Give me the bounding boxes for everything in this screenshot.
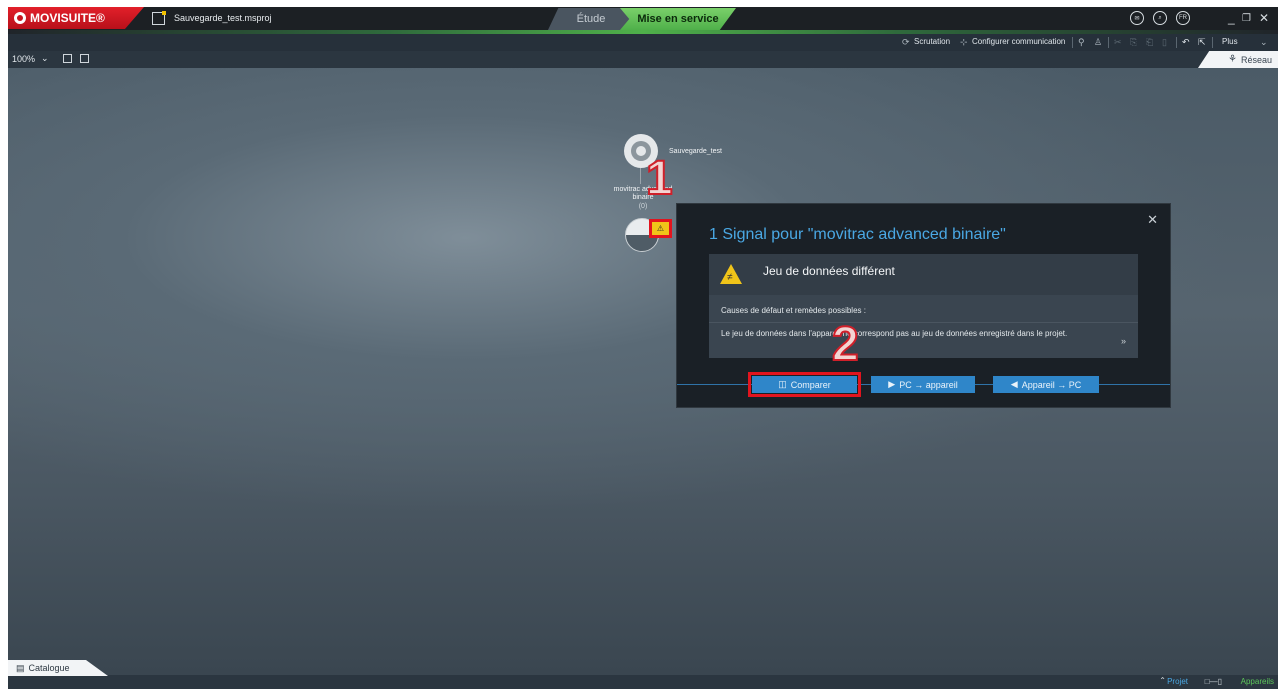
copy-icon[interactable]: ⎘	[1130, 37, 1137, 48]
cut-icon[interactable]: ✂	[1114, 37, 1122, 48]
appareils-link[interactable]: Appareils	[1241, 677, 1274, 686]
tab-catalogue-label: Catalogue	[28, 663, 70, 673]
warning-icon[interactable]: ⚠	[649, 219, 672, 238]
language-button[interactable]: FR	[1176, 11, 1190, 25]
paste-icon[interactable]: ⎗	[1146, 37, 1153, 48]
download-icon: ▶	[888, 379, 896, 389]
refresh-icon[interactable]: ⟳	[902, 37, 910, 48]
close-icon[interactable]: ✕	[1147, 212, 1158, 228]
tree-connector	[640, 168, 641, 184]
toolbar: ⟳ Scrutation ⊹ Configurer communication …	[8, 34, 1278, 51]
popup-title: 1 Signal pour "movitrac advanced binaire…	[709, 226, 1006, 243]
search-icon[interactable]: ⌕	[1153, 11, 1167, 25]
compare-label: Comparer	[790, 379, 831, 390]
causes-label: Causes de défaut et remèdes possibles :	[721, 306, 866, 315]
callout-number: 2	[831, 318, 860, 371]
projet-link[interactable]: Projet	[1167, 677, 1188, 686]
toolbar-separator	[1176, 37, 1177, 48]
delete-icon[interactable]: ▯	[1162, 37, 1167, 48]
pc-to-device-button[interactable]: ▶ PC → appareil	[871, 376, 975, 393]
not-equal-icon: ≠	[727, 272, 733, 283]
user-icon[interactable]: ♙	[1094, 37, 1102, 48]
compare-icon: ◫	[778, 379, 787, 389]
messages-icon[interactable]: ✉	[1130, 11, 1144, 25]
connection-icon[interactable]: ⊹	[960, 37, 968, 48]
message-box: ≠ Jeu de données différent Causes de déf…	[709, 254, 1138, 358]
project-file-icon[interactable]	[152, 11, 166, 25]
chevron-down-icon[interactable]: ⌄	[1260, 37, 1268, 48]
network-scan-icon[interactable]: ⚲	[1078, 37, 1085, 48]
expand-icon[interactable]: »	[1121, 336, 1126, 346]
message-header: ≠ Jeu de données différent	[709, 254, 1138, 295]
more-button[interactable]: Plus	[1222, 37, 1238, 46]
restore-icon[interactable]: ❐	[1242, 13, 1251, 24]
pc-to-device-label: PC → appareil	[899, 379, 958, 390]
toolbar-separator	[1212, 37, 1213, 48]
catalogue-icon: ▤	[16, 662, 25, 673]
tab-reseau-label: Réseau	[1240, 54, 1272, 65]
close-icon[interactable]: ✕	[1259, 11, 1269, 25]
network-canvas[interactable]: Sauvegarde_test movitrac advanced binair…	[8, 68, 1278, 675]
status-bar: ▤ Catalogue ⌃ Projet □—▯ Appareils	[8, 660, 1278, 689]
zoom-bar: 100% ⌄ ⚘ Réseau	[8, 51, 1278, 68]
upload-icon: ◀	[1010, 379, 1018, 389]
tab-etude[interactable]: Étude	[548, 8, 634, 30]
app-window: MOVISUITE® Sauvegarde_test.msproj Étude …	[8, 7, 1278, 689]
divider	[709, 322, 1138, 323]
configure-communication-button[interactable]: Configurer communication	[972, 37, 1065, 46]
signal-popup: ✕ 1 Signal pour "movitrac advanced binai…	[676, 203, 1171, 408]
project-file-name: Sauvegarde_test.msproj	[174, 13, 272, 23]
compare-button[interactable]: ◫ Comparer	[748, 372, 861, 397]
network-icon: ⚘	[1228, 54, 1237, 65]
tab-mise-en-service[interactable]: Mise en service	[620, 8, 736, 30]
device-to-pc-button[interactable]: ◀ Appareil → PC	[993, 376, 1099, 393]
movisuite-logo[interactable]: MOVISUITE®	[8, 7, 144, 29]
minimize-icon[interactable]: _	[1228, 11, 1235, 25]
chevron-down-icon[interactable]: ⌄	[41, 53, 49, 64]
zoom-select[interactable]: 100%	[12, 54, 35, 64]
device-to-pc-label: Appareil → PC	[1021, 379, 1082, 390]
project-root-label: Sauvegarde_test	[669, 148, 722, 155]
message-detail: Le jeu de données dans l'appareil ne cor…	[721, 329, 1068, 338]
callout-number: 1	[645, 152, 674, 205]
undo-icon[interactable]: ↶	[1182, 37, 1190, 48]
fit-view-icon[interactable]	[63, 54, 72, 63]
sew-logo-icon	[14, 12, 26, 24]
toolbar-separator	[1108, 37, 1109, 48]
message-title: Jeu de données différent	[763, 264, 895, 278]
logo-text: MOVISUITE®	[30, 11, 105, 25]
tab-reseau[interactable]: ⚘ Réseau	[1198, 51, 1278, 68]
scrutation-button[interactable]: Scrutation	[914, 37, 950, 46]
chevron-up-icon[interactable]: ⌃	[1159, 676, 1166, 685]
expand-view-icon[interactable]	[80, 54, 89, 63]
pointer-icon[interactable]: ⇱	[1198, 37, 1206, 48]
toolbar-separator	[1072, 37, 1073, 48]
sync-link-icon: □—▯	[1204, 677, 1222, 686]
